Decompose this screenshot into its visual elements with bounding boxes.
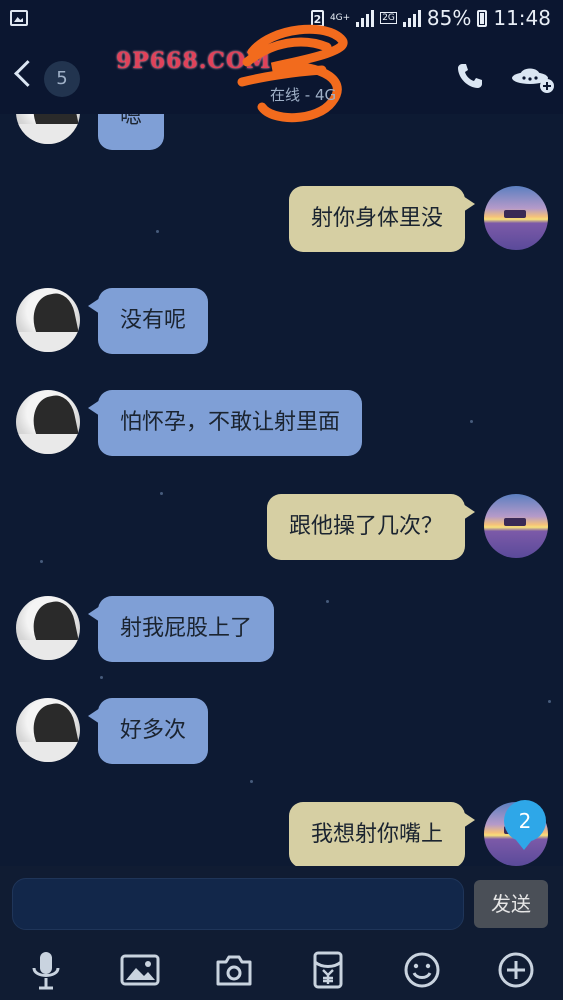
message-bubble-incoming[interactable]: 怕怀孕，不敢让射里面 — [87, 390, 363, 456]
network-2g-label: 2G — [380, 12, 397, 24]
signal-2g-icon — [402, 9, 421, 27]
message-list[interactable]: 嗯 射你身体里没 没有呢 怕怀孕，不敢让射里面 跟他操了几次？ 射我屁股上了 好… — [0, 114, 563, 866]
online-status: 在线 - 4G — [270, 86, 337, 104]
gallery-notification-icon — [10, 10, 28, 26]
unread-count-badge[interactable]: 5 — [44, 61, 80, 97]
contact-avatar[interactable] — [16, 596, 80, 660]
contact-avatar[interactable] — [16, 114, 80, 144]
contact-avatar[interactable] — [16, 288, 80, 352]
message-bubble-outgoing[interactable]: 我想射你嘴上 — [288, 802, 476, 866]
send-button[interactable]: 发送 — [474, 880, 548, 928]
message-bubble-incoming[interactable]: 嗯 — [98, 114, 165, 150]
battery-icon — [477, 9, 488, 27]
redaction-scribble — [237, 24, 348, 123]
my-avatar[interactable] — [484, 186, 548, 250]
message-bubble-outgoing[interactable]: 跟他操了几次？ — [266, 494, 476, 560]
message-input[interactable] — [12, 878, 464, 930]
camera-icon[interactable] — [212, 948, 256, 992]
image-icon[interactable] — [118, 948, 162, 992]
message-bubble-incoming[interactable]: 射我屁股上了 — [87, 596, 275, 662]
phone-icon[interactable] — [454, 60, 486, 92]
mic-icon[interactable] — [24, 948, 68, 992]
input-toolbar — [0, 940, 563, 1000]
ufo-add-icon[interactable] — [510, 60, 556, 94]
battery-percent: 85% — [426, 6, 472, 30]
chat-header: 5 9P668.COM 在线 - 4G — [0, 24, 563, 123]
contact-avatar[interactable] — [16, 390, 80, 454]
contact-avatar[interactable] — [16, 698, 80, 762]
emoji-icon[interactable] — [400, 948, 444, 992]
clock: 11:48 — [493, 6, 551, 30]
message-bubble-incoming[interactable]: 好多次 — [87, 698, 209, 764]
my-avatar[interactable] — [484, 494, 548, 558]
back-arrow-icon[interactable] — [14, 60, 41, 87]
input-bar: 发送 — [0, 866, 563, 940]
new-message-badge[interactable]: 2 — [504, 800, 546, 850]
plus-icon[interactable] — [494, 948, 538, 992]
message-bubble-outgoing[interactable]: 射你身体里没 — [288, 186, 476, 252]
message-bubble-incoming[interactable]: 没有呢 — [87, 288, 209, 354]
red-packet-icon[interactable] — [306, 948, 350, 992]
